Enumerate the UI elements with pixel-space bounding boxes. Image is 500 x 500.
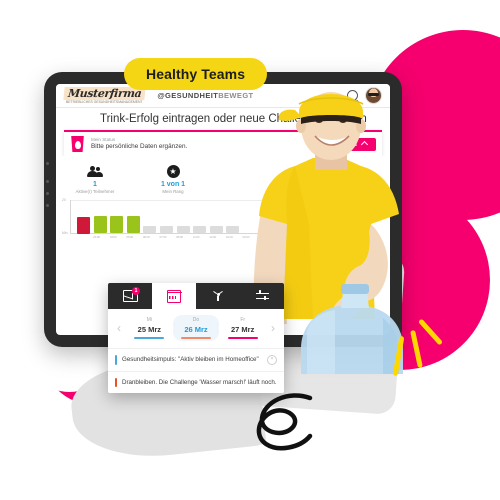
header-actions [347,87,382,104]
bar-chart: 20 Min. [62,198,360,235]
day-of-week: Fr [240,317,246,323]
message-item[interactable]: Dranbleiben. Die Challenge 'Wasser marsc… [108,370,284,394]
chart-x-label: 03:00 [93,235,100,239]
chart-bar [193,226,207,233]
prev-day-arrow[interactable]: ‹ [112,322,126,334]
tablet-button-1 [46,162,49,165]
chart-x-label: 05:00 [126,235,134,239]
people-icon [87,165,103,178]
stat-my-rank: ★ 1 von 1 Mein Rang [134,164,212,194]
chart-x-label: 02:00 [242,235,250,239]
message-text: Gesundheitsimpuls: "Aktiv bleiben im Hom… [122,355,259,363]
message-accent-bar [115,354,117,365]
details-button[interactable]: DETAILS [322,137,376,151]
chart-container: 20 Min. 03:00 04:00 05:00 06:00 07:00 08:00 11… [56,198,390,239]
chart-bar [159,226,173,233]
day-underline [227,337,258,339]
celebrate-person-icon [212,290,224,302]
status-value: Bitte persönliche Daten ergänzen. [91,142,188,150]
sliders-icon [255,290,269,302]
search-icon[interactable] [347,90,358,101]
day-underline [181,337,211,339]
y-axis-tick-bottom: Min. [62,231,69,235]
chart-bars [77,200,360,234]
date-selector: ‹ Mi 25 Mrz Do 26 Mrz Fr 27 Mrz › [108,309,284,348]
chart-bar [226,226,240,233]
chart-x-label: 08:00 [176,235,183,239]
calendar-tab[interactable] [152,283,196,309]
close-icon[interactable]: × [267,354,277,365]
day-date: 26 Mrz [184,325,208,334]
chart-bar [209,226,223,233]
day-chip[interactable]: Mi 25 Mrz [126,315,173,341]
chart-bar [110,216,124,233]
calendar-icon [166,289,182,303]
y-axis-tick-top: 20 [62,198,66,202]
next-day-arrow[interactable]: › [266,322,280,334]
stat-value: 1 [93,181,97,188]
stat-caption: Mein Rang [162,189,184,194]
mail-badge-count: 1 [132,287,140,295]
tablet-button-4 [46,204,49,207]
chart-bar [126,216,140,233]
settings-tab[interactable] [240,283,284,309]
stats-row: 1 Aktive(r) Teilnehmer ★ 1 von 1 Mein Ra… [56,156,390,198]
day-chip[interactable]: Do 26 Mrz [172,315,220,341]
panel-tab-bar: 1 [108,283,284,309]
day-underline [134,337,165,339]
chart-bar [143,226,157,233]
brand-subtitle: BETRIEBLICHES GESUNDHEITSMANAGEMENT [66,100,143,104]
day-date: 25 Mrz [137,325,161,334]
day-chip[interactable]: Fr 27 Mrz [219,315,266,341]
avatar[interactable] [365,87,382,104]
chart-x-label: 06:00 [142,235,150,239]
stat-active-participants: 1 Aktive(r) Teilnehmer [56,164,134,194]
status-card: Mein Status Bitte persönliche Daten ergä… [64,130,382,156]
floating-panel: 1 ‹ Mi 25 Mrz Do 26 Mrz Fr 27 Mrz › Gesu… [108,283,284,394]
mail-tab[interactable]: 1 [108,283,152,309]
chart-x-label: 12:00 [209,235,217,239]
message-accent-bar [115,377,117,388]
day-of-week: Do [192,317,200,323]
message-list: Gesundheitsimpuls: "Aktiv bleiben im Hom… [108,347,284,394]
chart-x-axis-labels: 03:00 04:00 05:00 06:00 07:00 08:00 11:00 12:00… [90,235,390,239]
day-date: 27 Mrz [231,325,255,334]
tablet-button-3 [46,192,49,195]
chart-bar [77,217,90,234]
activity-tab[interactable] [196,283,240,309]
message-item[interactable]: Gesundheitsimpuls: "Aktiv bleiben im Hom… [108,347,284,371]
chart-x-label: 04:00 [109,235,117,239]
status-row: Mein Status Bitte persönliche Daten ergä… [64,132,382,156]
tablet-button-2 [46,180,49,183]
chart-bar [93,216,107,233]
day-of-week: Mi [146,317,152,323]
decorative-squiggle [256,393,313,451]
screenshot-canvas: Musterfirma BETRIEBLICHES GESUNDHEITSMAN… [0,0,500,500]
stat-caption: Aktive(r) Teilnehmer [75,189,115,194]
day-list: Mi 25 Mrz Do 26 Mrz Fr 27 Mrz [126,315,266,341]
chevron-up-icon [360,140,369,148]
chart-x-label: 01:00 [225,235,233,239]
message-text: Dranbleiben. Die Challenge 'Wasser marsc… [122,378,277,386]
chart-x-label: 07:00 [159,235,167,239]
chart-bar [176,226,190,233]
stat-value: 1 von 1 [160,181,186,188]
chart-x-label: 11:00 [192,235,200,239]
claim-prefix: @ [157,91,166,100]
status-count: 11 [307,140,315,148]
star-badge-icon: ★ [166,165,180,178]
details-button-label: DETAILS [331,141,358,147]
status-right: 11 DETAILS [307,137,376,151]
claim-strong: GESUNDHEIT [165,91,219,100]
page-title: Trink-Erfolg eintragen oder neue Challen… [56,108,390,130]
claim-light: BEWEGT [218,91,254,100]
water-cup-icon [70,136,85,152]
app-claim: @GESUNDHEITBEWEGT [157,91,253,100]
healthy-teams-badge: Healthy Teams [124,58,268,90]
